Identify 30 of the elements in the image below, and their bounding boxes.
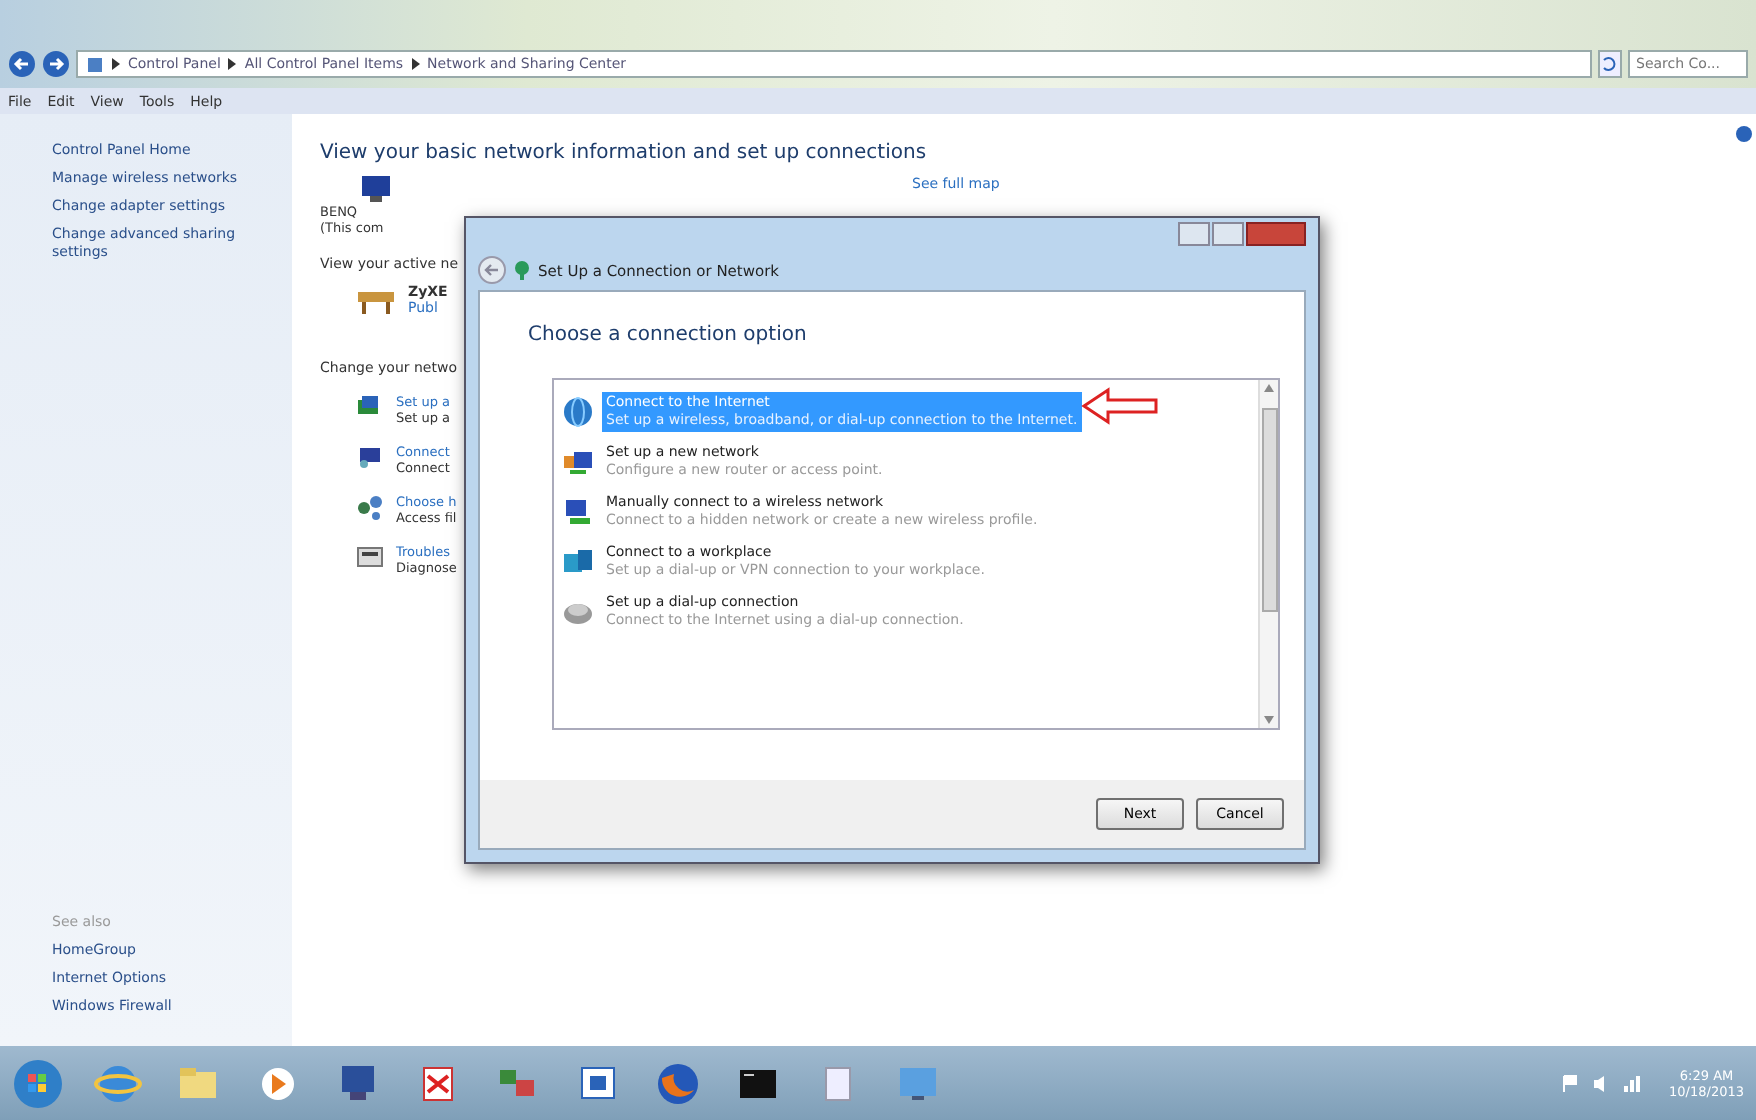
task-icon — [356, 494, 384, 522]
page-heading: View your basic network information and set up connections — [320, 142, 929, 164]
task-icon — [356, 444, 384, 472]
scrollbar-thumb[interactable] — [1261, 408, 1277, 612]
dialog-heading: Choose a connection option — [528, 324, 809, 346]
caret-icon — [112, 58, 120, 70]
start-button[interactable] — [12, 1057, 64, 1109]
bench-icon — [356, 286, 396, 314]
scroll-down-icon — [1264, 716, 1274, 724]
signal-icon[interactable] — [1621, 1073, 1642, 1093]
option-icon — [562, 446, 594, 478]
pointer-arrow — [1080, 386, 1160, 426]
task-icon — [356, 544, 384, 572]
info-icon[interactable] — [1736, 126, 1752, 142]
option-icon — [562, 396, 594, 428]
flag-icon[interactable] — [1561, 1073, 1582, 1093]
maximize-button[interactable] — [1212, 222, 1244, 246]
control-panel-icon — [86, 55, 104, 73]
scroll-up-icon — [1264, 384, 1274, 392]
minimize-button[interactable] — [1178, 222, 1210, 246]
option-icon — [562, 546, 594, 578]
computer-icon — [358, 176, 394, 204]
back-button[interactable] — [8, 50, 36, 78]
close-button[interactable] — [1246, 222, 1306, 246]
forward-button[interactable] — [42, 50, 70, 78]
option-icon — [562, 496, 594, 528]
refresh-button[interactable] — [1598, 50, 1622, 78]
back-button[interactable] — [478, 256, 506, 284]
caret-icon — [411, 58, 420, 70]
caret-icon — [228, 58, 237, 70]
